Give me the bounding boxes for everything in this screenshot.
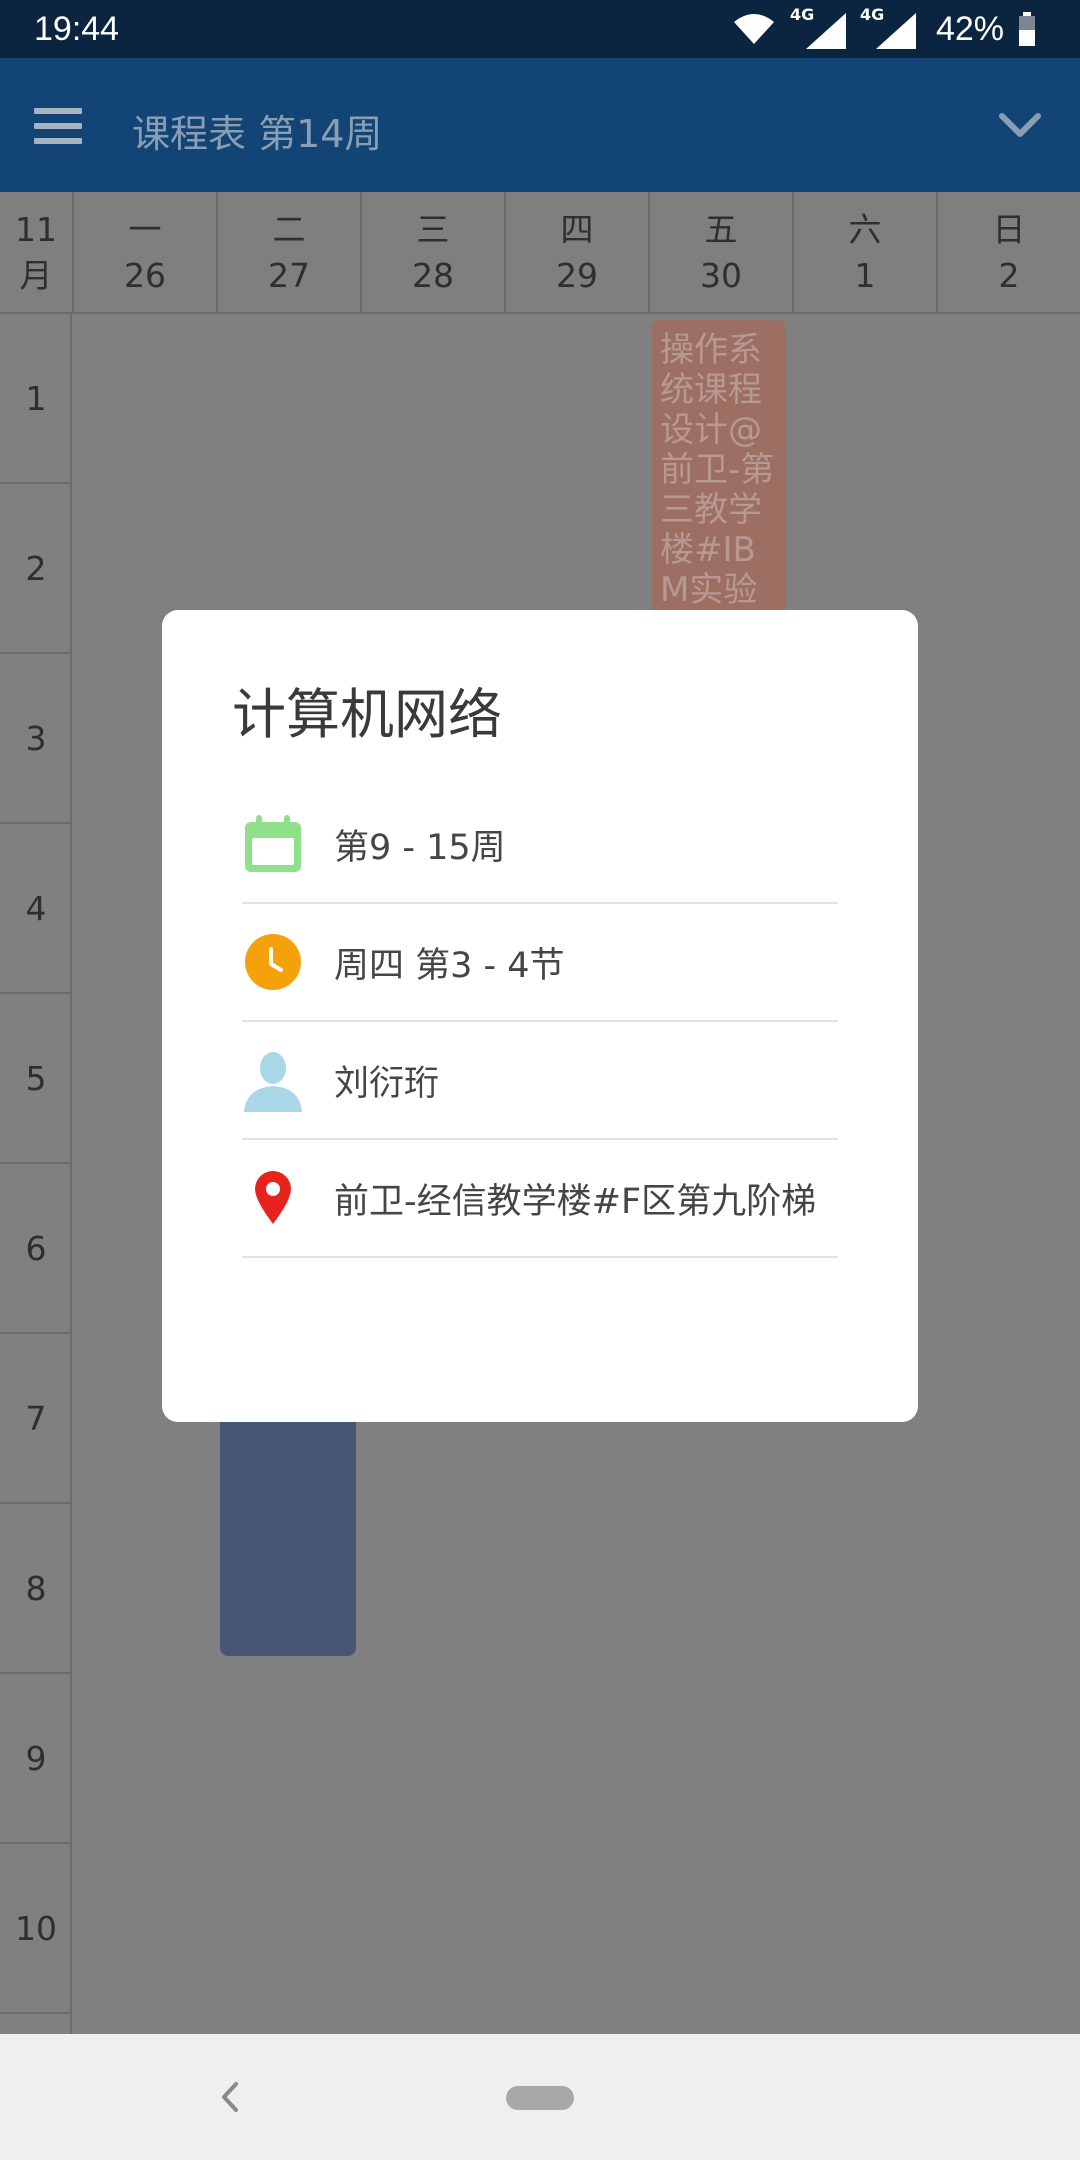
period-number: 9	[0, 1674, 72, 1844]
period-number: 1	[0, 314, 72, 484]
clock-icon	[242, 931, 304, 993]
weekday-label: 日	[992, 210, 1026, 249]
date-label: 28	[412, 256, 454, 295]
period-number: 6	[0, 1164, 72, 1334]
date-label: 26	[124, 256, 166, 295]
course-block[interactable]	[220, 1404, 356, 1656]
status-bar: 19:44 4G 4G 42%	[0, 0, 1080, 58]
back-icon[interactable]	[216, 2078, 244, 2116]
weekday-label: 三	[416, 210, 450, 249]
day-header: 六 1	[792, 192, 936, 314]
teacher-row: 刘衍珩	[242, 1022, 838, 1140]
period-number: 7	[0, 1334, 72, 1504]
day-header: 三 28	[360, 192, 504, 314]
period-number: 3	[0, 654, 72, 824]
course-block[interactable]: 操作系统课程设计@前卫-第三教学楼#IBM实验室	[652, 320, 786, 620]
location-pin-icon	[242, 1167, 304, 1229]
month-label: 11 月	[15, 210, 57, 295]
battery-percent: 42%	[935, 9, 1004, 48]
hamburger-menu-icon[interactable]	[34, 108, 82, 144]
page-title[interactable]: 课程表 第14周	[132, 103, 382, 158]
course-detail-dialog[interactable]: 计算机网络 第9 - 15周 周四 第3 - 4节 刘衍珩 前卫-经信教学楼#F…	[162, 610, 918, 1422]
dialog-title: 计算机网络	[232, 683, 502, 746]
date-label: 1	[854, 256, 876, 295]
system-nav-bar	[0, 2034, 1080, 2160]
weeks-text: 第9 - 15周	[334, 827, 506, 868]
location-row: 前卫-经信教学楼#F区第九阶梯	[242, 1140, 838, 1258]
day-header: 二 27	[216, 192, 360, 314]
status-time: 19:44	[34, 9, 120, 48]
chevron-down-icon[interactable]	[998, 110, 1042, 140]
period-number: 2	[0, 484, 72, 654]
weekday-label: 六	[848, 210, 882, 249]
date-label: 2	[998, 256, 1020, 295]
date-label: 29	[556, 256, 598, 295]
weekday-label: 五	[704, 210, 738, 249]
calendar-icon	[242, 813, 304, 875]
time-row: 周四 第3 - 4节	[242, 904, 838, 1022]
day-header: 日 2	[936, 192, 1080, 314]
day-header: 一 26	[72, 192, 216, 314]
course-label: 操作系统课程设计@前卫-第三教学楼#IBM实验室	[660, 330, 775, 620]
weeks-row: 第9 - 15周	[242, 786, 838, 904]
period-number: 5	[0, 994, 72, 1164]
period-number: 8	[0, 1504, 72, 1674]
date-label: 27	[268, 256, 310, 295]
teacher-text: 刘衍珩	[334, 1063, 440, 1104]
day-header: 五 30	[648, 192, 792, 314]
course-info-list: 第9 - 15周 周四 第3 - 4节 刘衍珩 前卫-经信教学楼#F区第九阶梯	[242, 786, 838, 1258]
app-bar: 课程表 第14周	[0, 58, 1080, 192]
signal-icon: 4G	[860, 5, 916, 49]
battery-icon	[1019, 12, 1035, 46]
time-text: 周四 第3 - 4节	[334, 945, 565, 986]
home-pill-button[interactable]	[506, 2086, 574, 2110]
weekday-label: 二	[272, 210, 306, 249]
week-header: 11 月 一 26 二 27 三 28 四 29 五 30 六 1 日 2	[0, 192, 1080, 314]
weekday-label: 一	[128, 210, 162, 249]
location-text: 前卫-经信教学楼#F区第九阶梯	[334, 1181, 817, 1222]
weekday-label: 四	[560, 210, 594, 249]
person-icon	[242, 1049, 304, 1112]
period-number: 4	[0, 824, 72, 994]
day-header: 四 29	[504, 192, 648, 314]
wifi-icon	[733, 14, 774, 44]
signal-icon: 4G	[790, 5, 846, 49]
status-icons: 4G 4G 42%	[732, 5, 1036, 49]
period-number: 10	[0, 1844, 72, 2014]
date-label: 30	[700, 256, 742, 295]
